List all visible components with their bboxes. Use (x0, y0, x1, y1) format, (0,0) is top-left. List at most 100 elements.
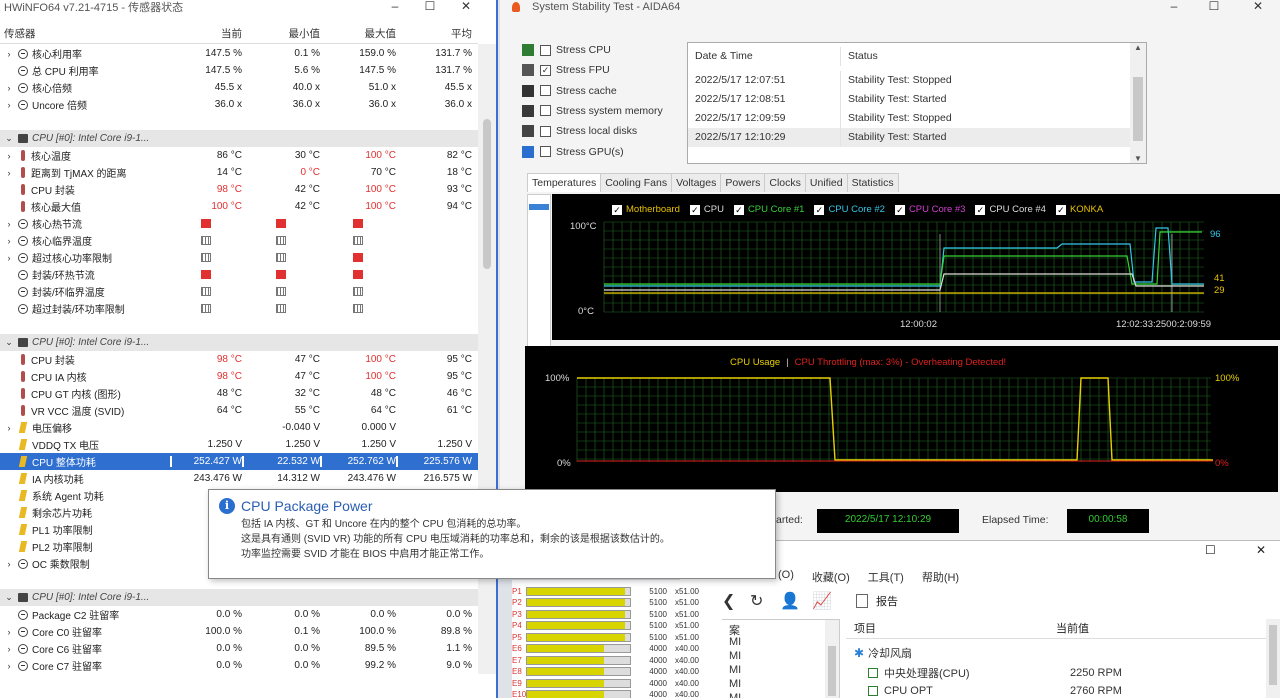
scroll-thumb[interactable] (483, 119, 491, 269)
chevron-icon[interactable]: › (4, 151, 14, 161)
chevron-icon[interactable]: ⌄ (4, 592, 14, 603)
log-scrollbar[interactable]: ▲ ▼ (1130, 43, 1146, 163)
checkbox[interactable] (540, 146, 551, 157)
sensor-row[interactable]: 封装/环临界温度 (0, 283, 478, 300)
chevron-icon[interactable]: › (4, 627, 14, 637)
chevron-icon[interactable]: › (4, 644, 14, 654)
stress-option[interactable]: Stress GPU(s) (522, 146, 624, 158)
sensor-row[interactable]: CPU GT 内核 (图形)48 °C32 °C48 °C46 °C (0, 385, 478, 402)
left-tree-item[interactable]: MI (729, 692, 741, 698)
menu-item-help[interactable]: 帮助(H) (922, 569, 959, 585)
sensor-row[interactable]: ›超过核心功率限制 (0, 249, 478, 266)
sensor-group[interactable]: ⌄CPU [#0]: Intel Core i9-1... (0, 130, 478, 147)
log-row[interactable]: 2022/5/17 12:07:51Stability Test: Stoppe… (688, 71, 1131, 90)
left-tree-item[interactable]: MI (729, 636, 741, 648)
legend-checkbox[interactable]: ✓ (895, 205, 905, 215)
sensor-row[interactable]: ›Core C0 驻留率100.0 %0.1 %100.0 %89.8 % (0, 623, 478, 640)
user-icon[interactable]: 👤 (780, 591, 800, 611)
tab-cooling-fans[interactable]: Cooling Fans (600, 173, 672, 192)
chevron-icon[interactable]: › (4, 49, 14, 59)
legend-checkbox[interactable]: ✓ (1056, 205, 1066, 215)
stress-option[interactable]: Stress cache (522, 85, 617, 97)
checkbox[interactable]: ✓ (540, 65, 551, 76)
left-tree-item[interactable]: MI (729, 664, 741, 676)
refresh-icon[interactable]: ↻ (750, 591, 763, 611)
log-row[interactable]: 2022/5/17 12:08:51Stability Test: Starte… (688, 90, 1131, 109)
sensor-row[interactable]: Package C2 驻留率0.0 %0.0 %0.0 %0.0 % (0, 606, 478, 623)
aida-close-button[interactable]: ✕ (1240, 0, 1276, 14)
chevron-icon[interactable]: › (4, 100, 14, 110)
menu-item-tools[interactable]: 工具(T) (868, 569, 904, 585)
sensor-row[interactable]: ›Uncore 倍频36.0 x36.0 x36.0 x36.0 x (0, 96, 478, 113)
chevron-icon[interactable]: › (4, 219, 14, 229)
col-current[interactable]: 当前 (170, 24, 242, 43)
sensor-row[interactable]: CPU 封装98 °C42 °C100 °C93 °C (0, 181, 478, 198)
aida-minimize-button[interactable]: – (1156, 0, 1192, 14)
w3-maximize-button[interactable]: ☐ (1205, 543, 1216, 557)
legend-checkbox[interactable]: ✓ (690, 205, 700, 215)
sensor-row[interactable]: ›Core C7 驻留率0.0 %0.0 %99.2 %9.0 % (0, 657, 478, 674)
stress-option[interactable]: Stress CPU (522, 44, 611, 56)
stress-option[interactable]: Stress system memory (522, 105, 663, 117)
sensor-row[interactable]: ›核心热节流 (0, 215, 478, 232)
sensor-row[interactable]: ›Core C6 驻留率0.0 %0.0 %89.5 %1.1 % (0, 640, 478, 657)
back-icon[interactable]: ❮ (722, 591, 735, 611)
menu-item-favorites[interactable]: 收藏(O) (812, 569, 850, 585)
checkbox[interactable] (540, 126, 551, 137)
detail-col-value[interactable]: 当前值 (1052, 619, 1089, 638)
detail-col-item[interactable]: 项目 (846, 619, 1052, 638)
col-sensor[interactable]: 传感器 (0, 24, 170, 43)
sensor-row[interactable]: VDDQ TX 电压1.250 V1.250 V1.250 V1.250 V (0, 436, 478, 453)
sensor-row[interactable]: ›距离到 TjMAX 的距离14 °C0 °C70 °C18 °C (0, 164, 478, 181)
log-col-date[interactable]: Date & Time (688, 47, 840, 66)
tab-clocks[interactable]: Clocks (764, 173, 806, 192)
sensor-row[interactable]: 总 CPU 利用率147.5 %5.6 %147.5 %131.7 % (0, 62, 478, 79)
chevron-icon[interactable]: › (4, 168, 14, 178)
w3-close-button[interactable]: ✕ (1256, 543, 1266, 557)
sensor-row[interactable]: VR VCC 温度 (SVID)64 °C55 °C64 °C61 °C (0, 402, 478, 419)
chart-icon[interactable]: 📈 (812, 591, 832, 611)
sensor-group[interactable]: ⌄CPU [#0]: Intel Core i9-1... (0, 334, 478, 351)
sensor-row[interactable]: 核心最大值100 °C42 °C100 °C94 °C (0, 198, 478, 215)
sensor-row[interactable]: 超过封装/环功率限制 (0, 300, 478, 317)
minimize-button[interactable]: – (377, 0, 413, 14)
chevron-icon[interactable]: ⌄ (4, 337, 14, 348)
chevron-icon[interactable]: ⌄ (4, 133, 14, 144)
chevron-icon[interactable]: › (4, 661, 14, 671)
tab-powers[interactable]: Powers (720, 173, 765, 192)
col-avg[interactable]: 平均 (396, 24, 472, 43)
report-button[interactable]: 报告 (856, 593, 898, 609)
stress-option[interactable]: ✓Stress FPU (522, 64, 610, 76)
stress-option[interactable]: Stress local disks (522, 125, 637, 137)
log-row[interactable]: 2022/5/17 12:09:59Stability Test: Stoppe… (688, 109, 1131, 128)
chevron-icon[interactable]: › (4, 236, 14, 246)
chevron-icon[interactable]: › (4, 253, 14, 263)
legend-checkbox[interactable]: ✓ (814, 205, 824, 215)
sensor-scrollbar[interactable] (478, 44, 496, 674)
maximize-button[interactable]: ☐ (412, 0, 448, 14)
chevron-icon[interactable]: › (4, 83, 14, 93)
fan-row[interactable]: CPU OPT2760 RPM (868, 685, 1268, 697)
sensor-row[interactable]: 封装/环热节流 (0, 266, 478, 283)
sensor-group[interactable]: ⌄CPU [#0]: Intel Core i9-1... (0, 589, 478, 606)
sensor-row[interactable]: CPU IA 内核98 °C47 °C100 °C95 °C (0, 368, 478, 385)
tab-unified[interactable]: Unified (805, 173, 848, 192)
sensor-row[interactable]: CPU 整体功耗252.427 W22.532 W252.762 W225.57… (0, 453, 478, 470)
sensor-row[interactable]: ›核心倍频45.5 x40.0 x51.0 x45.5 x (0, 79, 478, 96)
fan-group[interactable]: ✱ 冷却风扇 (854, 645, 912, 661)
sensor-row[interactable]: ›电压偏移-0.040 V0.000 V (0, 419, 478, 436)
legend-checkbox[interactable]: ✓ (612, 205, 622, 215)
sensor-row[interactable]: CPU 封装98 °C47 °C100 °C95 °C (0, 351, 478, 368)
tab-temperatures[interactable]: Temperatures (527, 173, 601, 192)
w3-scrollbar[interactable] (1266, 619, 1280, 698)
sensor-row[interactable]: IA 内核功耗243.476 W14.312 W243.476 W216.575… (0, 470, 478, 487)
left-scrollbar[interactable] (825, 620, 839, 698)
checkbox[interactable] (540, 85, 551, 96)
chevron-icon[interactable]: › (4, 423, 14, 433)
aida-maximize-button[interactable]: ☐ (1196, 0, 1232, 14)
col-max[interactable]: 最大值 (320, 24, 396, 43)
log-row[interactable]: 2022/5/17 12:10:29Stability Test: Starte… (688, 128, 1131, 147)
fan-row[interactable]: 中央处理器(CPU)2250 RPM (868, 665, 1268, 681)
log-col-status[interactable]: Status (840, 47, 878, 66)
sensor-row[interactable]: ›核心临界温度 (0, 232, 478, 249)
